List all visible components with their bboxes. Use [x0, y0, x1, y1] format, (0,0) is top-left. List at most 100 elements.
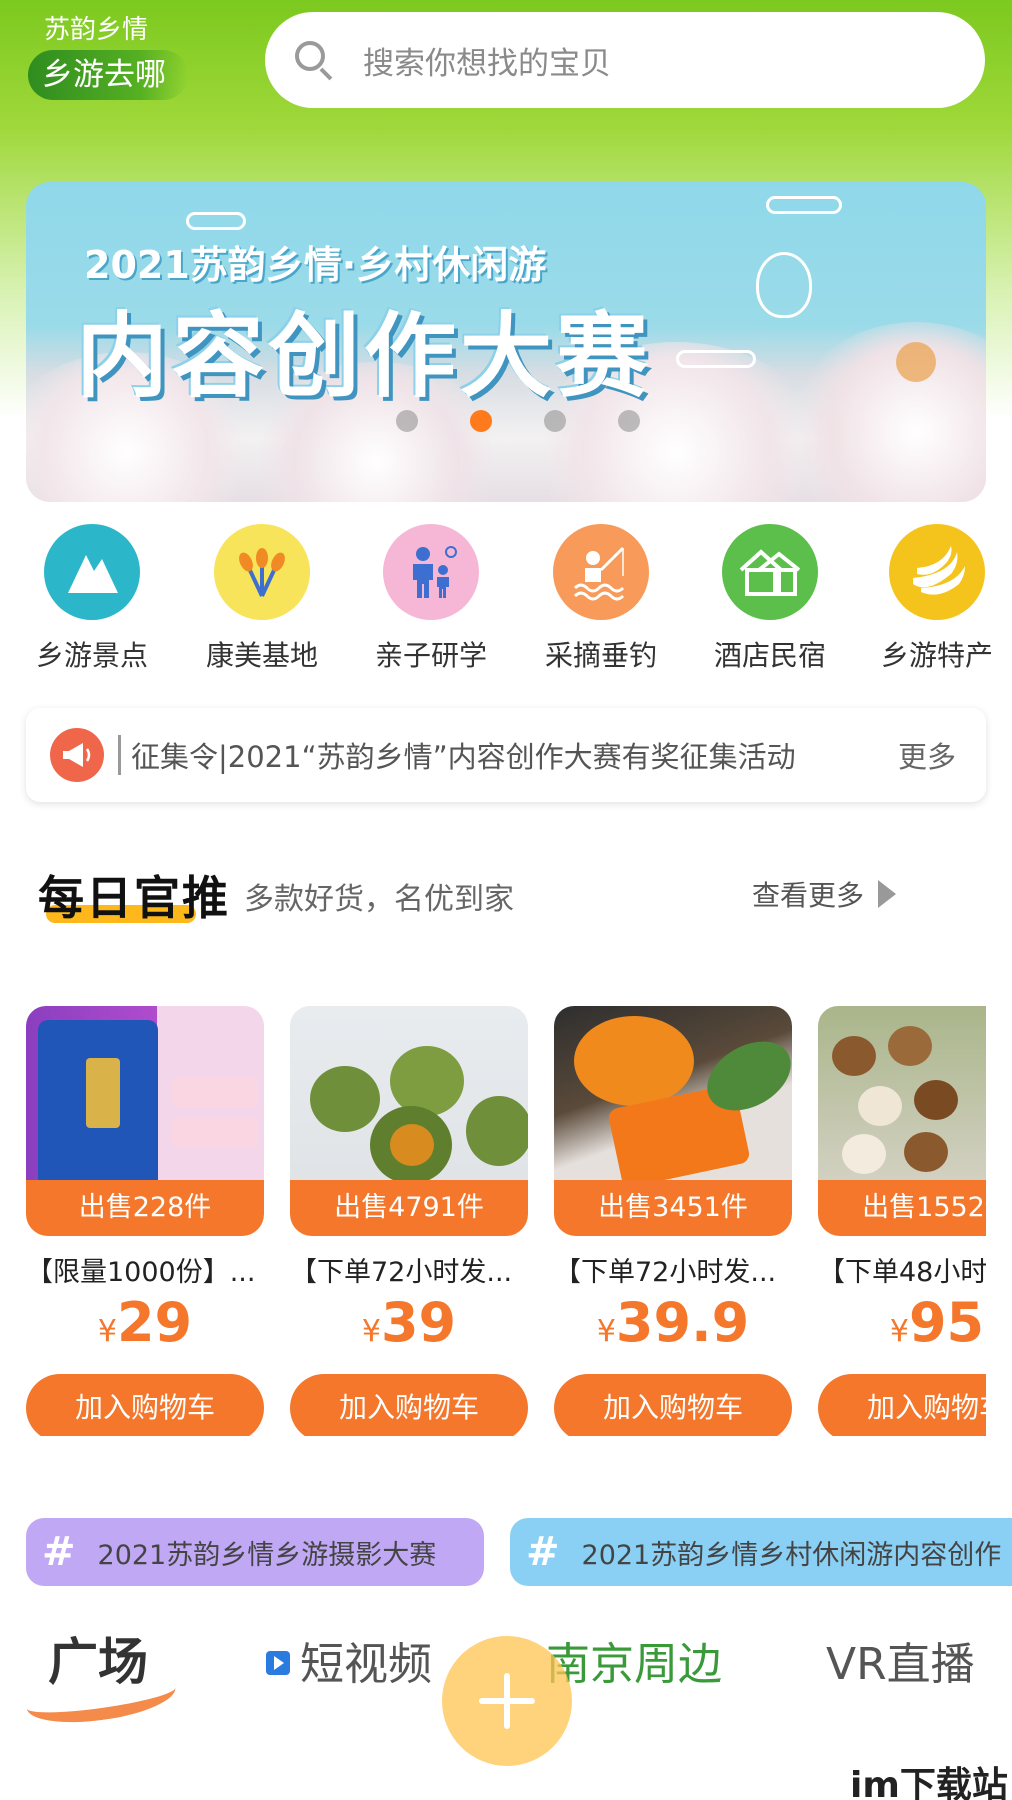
- nut-shape: [914, 1080, 958, 1120]
- fishing-icon: [553, 524, 649, 620]
- view-more-label: 查看更多: [752, 879, 865, 912]
- chevron-right-icon: [878, 880, 897, 908]
- promo-tag: [172, 1118, 258, 1148]
- topic-tag-photo-contest[interactable]: # 2021苏韵乡情乡游摄影大赛: [26, 1518, 484, 1586]
- brand-logo[interactable]: 苏韵乡情 乡游去哪: [28, 12, 188, 100]
- category-item-family-study[interactable]: 亲子研学: [361, 524, 501, 674]
- section-title: 每日官推: [38, 871, 230, 925]
- papaya-shape: [574, 1016, 694, 1106]
- product-card[interactable]: 出售4791件 【下单72小时发... ¥39 加入购物车: [290, 1006, 528, 1436]
- add-to-cart-button[interactable]: 加入购物车: [554, 1374, 792, 1436]
- promo-banner[interactable]: 2021苏韵乡情·乡村休闲游 内容创作大赛: [26, 182, 986, 502]
- product-title[interactable]: 【限量1000份】...: [26, 1250, 264, 1289]
- product-title[interactable]: 【下单72小时发...: [290, 1250, 528, 1289]
- wheat-icon: [214, 524, 310, 620]
- category-label: 康美基地: [205, 639, 318, 672]
- carousel-dot-active[interactable]: [470, 410, 492, 432]
- category-item-wellness[interactable]: 康美基地: [192, 524, 332, 674]
- sold-count: 出售3451件: [554, 1180, 792, 1236]
- sold-count: 出售228件: [26, 1180, 264, 1236]
- rice-bag-label: [86, 1058, 120, 1128]
- nut-shape: [842, 1134, 886, 1174]
- currency-symbol: ¥: [361, 1314, 381, 1349]
- price-value: 39: [380, 1291, 457, 1354]
- search-bar[interactable]: 搜索你想找的宝贝: [265, 12, 985, 108]
- dumpling-shape: [390, 1046, 464, 1116]
- divider: [118, 735, 121, 775]
- parent-child-icon: [383, 524, 479, 620]
- search-placeholder: 搜索你想找的宝贝: [363, 45, 611, 82]
- product-card[interactable]: 出售3451件 【下单72小时发... ¥39.9 加入购物车: [554, 1006, 792, 1436]
- product-title[interactable]: 【下单72小时发...: [554, 1250, 792, 1289]
- view-more-link[interactable]: 查看更多: [752, 874, 897, 914]
- product-image-rice[interactable]: [26, 1006, 264, 1194]
- nut-shape: [858, 1086, 902, 1126]
- carousel-dot[interactable]: [396, 410, 418, 432]
- add-to-cart-button[interactable]: 加入购物车: [290, 1374, 528, 1436]
- create-post-button[interactable]: [442, 1636, 572, 1766]
- carousel-dot[interactable]: [618, 410, 640, 432]
- category-nav: 乡游景点 康美基地 亲子研学 采摘垂钓 酒店民宿 乡游特产: [20, 524, 1012, 674]
- category-item-hotel[interactable]: 酒店民宿: [700, 524, 840, 674]
- product-image-nuts[interactable]: [818, 1006, 986, 1194]
- tab-nanjing-nearby[interactable]: 南京周边: [546, 1628, 722, 1692]
- hashtag-icon: #: [526, 1529, 560, 1575]
- currency-symbol: ¥: [97, 1314, 117, 1349]
- nut-shape: [888, 1026, 932, 1066]
- announcement-more-link[interactable]: 更多: [898, 734, 956, 776]
- price-value: 29: [116, 1291, 193, 1354]
- banana-icon: [889, 524, 985, 620]
- blossom-decoration: [786, 322, 986, 502]
- product-title[interactable]: 【下单48小时发...: [818, 1250, 986, 1289]
- category-item-picking-fishing[interactable]: 采摘垂钓: [531, 524, 671, 674]
- brand-top-text: 苏韵乡情: [44, 15, 149, 45]
- hashtag-icon: #: [42, 1529, 76, 1575]
- mountain-icon: [44, 524, 140, 620]
- category-label: 乡游景点: [35, 639, 148, 672]
- announcement-text[interactable]: 征集令|2021“苏韵乡情”内容创作大赛有奖征集活动: [131, 734, 878, 776]
- nut-shape: [832, 1036, 876, 1076]
- add-to-cart-button[interactable]: 加入购物车: [26, 1374, 264, 1436]
- category-label: 酒店民宿: [713, 639, 826, 672]
- tab-label: 短视频: [300, 1639, 432, 1690]
- banner-title: 内容创作大赛: [76, 303, 653, 410]
- topic-tag-content-contest[interactable]: # 2021苏韵乡情乡村休闲游内容创作: [510, 1518, 1012, 1586]
- tab-vr-live[interactable]: VR直播: [826, 1628, 975, 1692]
- product-price: ¥95: [818, 1295, 986, 1364]
- tab-short-video[interactable]: 短视频: [266, 1628, 432, 1692]
- product-card[interactable]: 出售228件 【限量1000份】... ¥29 加入购物车: [26, 1006, 264, 1436]
- price-value: 39.9: [615, 1291, 750, 1354]
- product-card[interactable]: 出售1552件 【下单48小时发... ¥95 加入购物车: [818, 1006, 986, 1436]
- nut-shape: [904, 1132, 948, 1172]
- currency-symbol: ¥: [889, 1314, 909, 1349]
- cloud-icon: [676, 350, 756, 368]
- hot-air-balloon-icon: [756, 252, 812, 318]
- announcement-bar[interactable]: 征集令|2021“苏韵乡情”内容创作大赛有奖征集活动 更多: [26, 708, 986, 802]
- product-price: ¥29: [26, 1295, 264, 1364]
- category-item-specialty[interactable]: 乡游特产: [867, 524, 1007, 674]
- megaphone-icon: [50, 728, 104, 782]
- play-icon: [266, 1651, 290, 1675]
- tab-plaza[interactable]: 广场: [48, 1622, 148, 1694]
- add-to-cart-button[interactable]: 加入购物车: [818, 1374, 986, 1436]
- dumpling-shape: [310, 1066, 380, 1132]
- category-item-scenic[interactable]: 乡游景点: [22, 524, 162, 674]
- watermark: im下载站: [850, 1765, 1008, 1800]
- plus-icon: [479, 1673, 535, 1729]
- product-image-dumplings[interactable]: [290, 1006, 528, 1194]
- section-subtitle: 多款好货，名优到家: [244, 882, 514, 917]
- carousel-dot[interactable]: [544, 410, 566, 432]
- product-image-papaya[interactable]: [554, 1006, 792, 1194]
- product-price: ¥39: [290, 1295, 528, 1364]
- sold-count: 出售4791件: [290, 1180, 528, 1236]
- dumpling-filling: [390, 1124, 434, 1166]
- category-label: 采摘垂钓: [544, 639, 657, 672]
- product-price: ¥39.9: [554, 1295, 792, 1364]
- dumpling-shape: [466, 1096, 528, 1166]
- product-carousel[interactable]: 出售228件 【限量1000份】... ¥29 加入购物车 出售4791件 【下…: [26, 1006, 986, 1436]
- cloud-icon: [186, 212, 246, 230]
- banner-subtitle: 2021苏韵乡情·乡村休闲游: [84, 243, 547, 287]
- category-label: 亲子研学: [374, 639, 487, 672]
- brand-bottom-text: 乡游去哪: [28, 50, 188, 100]
- search-icon: [293, 39, 335, 81]
